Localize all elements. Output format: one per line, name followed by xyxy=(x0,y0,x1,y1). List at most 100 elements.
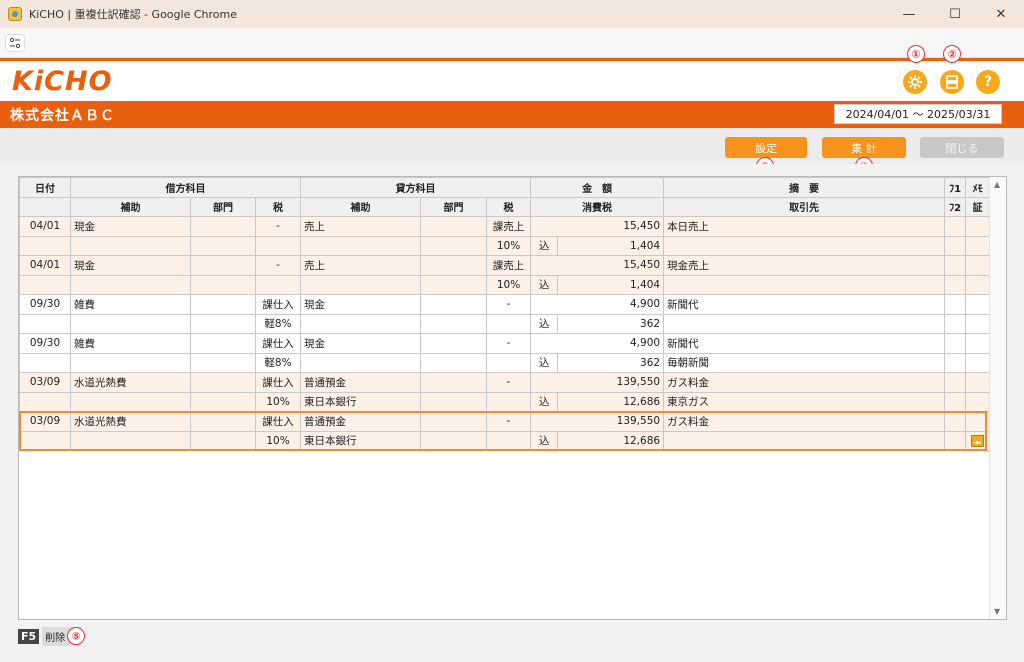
credit-tax[interactable]: 課売上 xyxy=(486,255,532,276)
credit-tax[interactable]: 課売上 xyxy=(486,216,532,237)
scroll-up-icon[interactable]: ▲ xyxy=(994,180,1000,189)
image-attachment-icon[interactable] xyxy=(971,434,985,447)
summary[interactable]: 現金売上 xyxy=(663,255,946,276)
credit-dept-sub[interactable] xyxy=(420,313,488,334)
credit-dept-sub[interactable] xyxy=(420,352,488,373)
table-row[interactable]: 10% 東日本銀行 込 12,686 xyxy=(19,430,991,451)
summary[interactable]: ガス料金 xyxy=(663,372,946,393)
credit-tax-rate[interactable]: 10% xyxy=(486,274,532,295)
credit-dept[interactable] xyxy=(420,372,488,393)
credit-dept-sub[interactable] xyxy=(420,274,488,295)
table-row[interactable]: 軽8% 込 362 毎朝新聞 xyxy=(19,352,991,373)
amount[interactable]: 4,900 xyxy=(530,333,665,354)
table-row[interactable]: 10% 東日本銀行 込 12,686 東京ガス xyxy=(19,391,991,412)
consumption-tax[interactable]: 12,686 xyxy=(557,430,665,451)
amount[interactable]: 15,450 xyxy=(530,255,665,276)
credit-account[interactable]: 売上 xyxy=(300,216,422,237)
entry-date[interactable]: 03/09 xyxy=(19,411,71,432)
credit-tax[interactable]: - xyxy=(486,411,532,432)
entry-date[interactable]: 03/09 xyxy=(19,372,71,393)
debit-account[interactable]: 水道光熱費 xyxy=(70,411,191,432)
debit-account[interactable]: 水道光熱費 xyxy=(70,372,191,393)
vertical-scrollbar[interactable]: ▲ ▼ xyxy=(989,177,1006,619)
table-row[interactable]: 04/01 現金 - 売上 課売上 15,450 現金売上 xyxy=(19,255,991,276)
minimize-button[interactable]: — xyxy=(886,0,932,28)
client[interactable] xyxy=(663,430,946,451)
debit-dept[interactable] xyxy=(190,372,256,393)
scroll-down-icon[interactable]: ▼ xyxy=(994,607,1000,616)
debit-tax-rate[interactable]: 軽8% xyxy=(254,352,302,373)
credit-account[interactable]: 普通預金 xyxy=(300,411,422,432)
debit-tax-rate[interactable]: 10% xyxy=(254,430,302,451)
credit-sub[interactable]: 東日本銀行 xyxy=(300,430,422,451)
credit-tax-rate[interactable] xyxy=(486,430,532,451)
entry-date[interactable]: 09/30 xyxy=(19,333,71,354)
debit-tax[interactable]: - xyxy=(254,216,302,237)
debit-dept-sub[interactable] xyxy=(190,313,256,334)
gear-icon[interactable] xyxy=(903,70,927,94)
table-row[interactable]: 03/09 水道光熱費 課仕入 普通預金 -139,550 ガス料金 xyxy=(19,372,991,393)
debit-dept[interactable] xyxy=(190,216,256,237)
client[interactable]: 東京ガス xyxy=(663,391,946,412)
debit-dept-sub[interactable] xyxy=(190,430,256,451)
debit-dept-sub[interactable] xyxy=(190,352,256,373)
debit-sub[interactable] xyxy=(70,313,191,334)
consumption-tax[interactable]: 362 xyxy=(557,313,665,334)
credit-tax[interactable]: - xyxy=(486,333,532,354)
close-window-button[interactable]: ✕ xyxy=(978,0,1024,28)
consumption-tax[interactable]: 1,404 xyxy=(557,235,665,256)
debit-dept-sub[interactable] xyxy=(190,235,256,256)
amount[interactable]: 139,550 xyxy=(530,411,665,432)
credit-dept[interactable] xyxy=(420,216,488,237)
debit-account[interactable]: 現金 xyxy=(70,255,191,276)
settings-button[interactable]: 設定 xyxy=(725,137,807,158)
pdf-icon[interactable] xyxy=(940,70,964,94)
summary[interactable]: 新聞代 xyxy=(663,333,946,354)
debit-dept[interactable] xyxy=(190,255,256,276)
credit-sub[interactable] xyxy=(300,313,422,334)
table-row[interactable]: 04/01 現金 - 売上 課売上 15,450 本日売上 xyxy=(19,216,991,237)
debit-tax-rate[interactable] xyxy=(254,274,302,295)
table-row[interactable]: 軽8% 込 362 xyxy=(19,313,991,334)
client[interactable] xyxy=(663,235,946,256)
debit-tax[interactable]: 課仕入 xyxy=(254,372,302,393)
summary[interactable]: ガス料金 xyxy=(663,411,946,432)
credit-tax-rate[interactable] xyxy=(486,352,532,373)
debit-sub[interactable] xyxy=(70,352,191,373)
maximize-button[interactable]: ☐ xyxy=(932,0,978,28)
credit-tax[interactable]: - xyxy=(486,372,532,393)
debit-tax[interactable]: - xyxy=(254,255,302,276)
credit-sub[interactable] xyxy=(300,274,422,295)
entry-date[interactable]: 09/30 xyxy=(19,294,71,315)
table-row[interactable]: 09/30 雑費 課仕入 現金 -4,900 新聞代 xyxy=(19,294,991,315)
credit-account[interactable]: 現金 xyxy=(300,294,422,315)
credit-dept[interactable] xyxy=(420,411,488,432)
amount[interactable]: 15,450 xyxy=(530,216,665,237)
debit-dept-sub[interactable] xyxy=(190,391,256,412)
credit-tax[interactable]: - xyxy=(486,294,532,315)
credit-tax-rate[interactable] xyxy=(486,313,532,334)
amount[interactable]: 4,900 xyxy=(530,294,665,315)
help-icon[interactable]: ? xyxy=(976,70,1000,94)
credit-dept-sub[interactable] xyxy=(420,391,488,412)
debit-account[interactable]: 現金 xyxy=(70,216,191,237)
table-row[interactable]: 03/09 水道光熱費 課仕入 普通預金 -139,550 ガス料金 xyxy=(19,411,991,432)
credit-sub[interactable] xyxy=(300,352,422,373)
entry-date[interactable]: 04/01 xyxy=(19,216,71,237)
credit-dept[interactable] xyxy=(420,294,488,315)
credit-dept[interactable] xyxy=(420,255,488,276)
debit-tax[interactable]: 課仕入 xyxy=(254,333,302,354)
credit-sub[interactable] xyxy=(300,235,422,256)
consumption-tax[interactable]: 1,404 xyxy=(557,274,665,295)
client[interactable]: 毎朝新聞 xyxy=(663,352,946,373)
summary[interactable]: 新聞代 xyxy=(663,294,946,315)
debit-account[interactable]: 雑費 xyxy=(70,333,191,354)
credit-account[interactable]: 売上 xyxy=(300,255,422,276)
debit-sub[interactable] xyxy=(70,235,191,256)
credit-account[interactable]: 現金 xyxy=(300,333,422,354)
credit-dept-sub[interactable] xyxy=(420,430,488,451)
table-row[interactable]: 09/30 雑費 課仕入 現金 -4,900 新聞代 xyxy=(19,333,991,354)
client[interactable] xyxy=(663,313,946,334)
debit-tax[interactable]: 課仕入 xyxy=(254,411,302,432)
debit-sub[interactable] xyxy=(70,274,191,295)
